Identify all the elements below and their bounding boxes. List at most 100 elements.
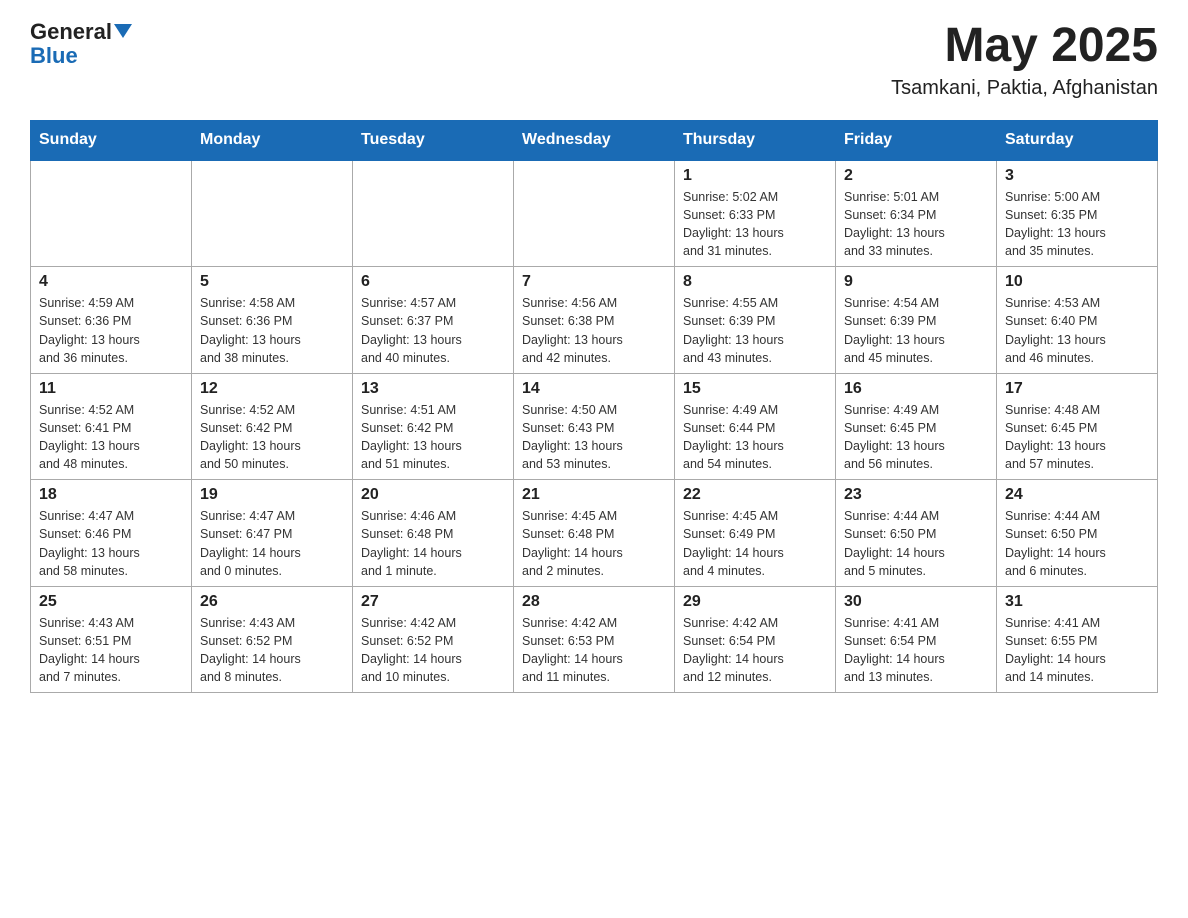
day-info-18: Sunrise: 4:47 AMSunset: 6:46 PMDaylight:… (39, 507, 183, 580)
day-number-21: 21 (522, 486, 666, 504)
day-cell-18: 18 Sunrise: 4:47 AMSunset: 6:46 PMDayligh… (31, 480, 192, 587)
day-cell-14: 14Sunrise: 4:50 AMSunset: 6:43 PMDayligh… (514, 373, 675, 480)
day-info-22: Sunrise: 4:45 AMSunset: 6:49 PMDaylight:… (683, 507, 827, 580)
weekday-header-row: SundayMondayTuesdayWednesdayThursdayFrid… (31, 120, 1158, 160)
day-number-31: 31 (1005, 593, 1149, 611)
day-cell-5: 5Sunrise: 4:58 AMSunset: 6:36 PMDaylight… (192, 267, 353, 374)
logo-blue: Blue (30, 43, 78, 68)
day-number-22: 22 (683, 486, 827, 504)
day-cell-17: 17 Sunrise: 4:48 AMSunset: 6:45 PMDayligh… (997, 373, 1158, 480)
location: Tsamkani, Paktia, Afghanistan (891, 77, 1158, 100)
day-info-3: Sunrise: 5:00 AMSunset: 6:35 PMDaylight:… (1005, 188, 1149, 261)
empty-cell (353, 160, 514, 267)
day-info-16: Sunrise: 4:49 AMSunset: 6:45 PMDaylight:… (844, 401, 988, 474)
day-info-8: Sunrise: 4:55 AMSunset: 6:39 PMDaylight:… (683, 294, 827, 367)
day-number-10: 10 (1005, 273, 1149, 291)
day-info-31: Sunrise: 4:41 AMSunset: 6:55 PMDaylight:… (1005, 614, 1149, 687)
month-year: May 2025 (891, 20, 1158, 73)
day-info-1: Sunrise: 5:02 AMSunset: 6:33 PMDaylight:… (683, 188, 827, 261)
day-info-27: Sunrise: 4:42 AMSunset: 6:52 PMDaylight:… (361, 614, 505, 687)
day-number-4: 4 (39, 273, 183, 291)
day-info-14: Sunrise: 4:50 AMSunset: 6:43 PMDaylight:… (522, 401, 666, 474)
weekday-header-thursday: Thursday (675, 120, 836, 160)
day-info-24: Sunrise: 4:44 AMSunset: 6:50 PMDaylight:… (1005, 507, 1149, 580)
day-info-17: Sunrise: 4:48 AMSunset: 6:45 PMDaylight:… (1005, 401, 1149, 474)
logo-triangle (114, 24, 132, 38)
day-number-26: 26 (200, 593, 344, 611)
day-info-2: Sunrise: 5:01 AMSunset: 6:34 PMDaylight:… (844, 188, 988, 261)
page-header: General Blue May 2025 Tsamkani, Paktia, … (30, 20, 1158, 100)
day-info-6: Sunrise: 4:57 AMSunset: 6:37 PMDaylight:… (361, 294, 505, 367)
logo-general: General (30, 19, 112, 44)
weekday-header-friday: Friday (836, 120, 997, 160)
title-block: May 2025 Tsamkani, Paktia, Afghanistan (891, 20, 1158, 100)
day-info-30: Sunrise: 4:41 AMSunset: 6:54 PMDaylight:… (844, 614, 988, 687)
day-cell-24: 24 Sunrise: 4:44 AMSunset: 6:50 PMDayligh… (997, 480, 1158, 587)
day-number-9: 9 (844, 273, 988, 291)
day-info-13: Sunrise: 4:51 AMSunset: 6:42 PMDaylight:… (361, 401, 505, 474)
day-cell-25: 25 Sunrise: 4:43 AMSunset: 6:51 PMDayligh… (31, 586, 192, 693)
week-row-1: 1Sunrise: 5:02 AMSunset: 6:33 PMDaylight… (31, 160, 1158, 267)
day-info-7: Sunrise: 4:56 AMSunset: 6:38 PMDaylight:… (522, 294, 666, 367)
day-number-25: 25 (39, 593, 183, 611)
day-number-28: 28 (522, 593, 666, 611)
day-number-23: 23 (844, 486, 988, 504)
weekday-header-tuesday: Tuesday (353, 120, 514, 160)
day-cell-2: 2 Sunrise: 5:01 AMSunset: 6:34 PMDaylight… (836, 160, 997, 267)
day-cell-30: 30 Sunrise: 4:41 AMSunset: 6:54 PMDayligh… (836, 586, 997, 693)
day-number-12: 12 (200, 380, 344, 398)
day-info-12: Sunrise: 4:52 AMSunset: 6:42 PMDaylight:… (200, 401, 344, 474)
day-info-19: Sunrise: 4:47 AMSunset: 6:47 PMDaylight:… (200, 507, 344, 580)
empty-cell (514, 160, 675, 267)
day-number-16: 16 (844, 380, 988, 398)
day-info-10: Sunrise: 4:53 AMSunset: 6:40 PMDaylight:… (1005, 294, 1149, 367)
day-cell-22: 22 Sunrise: 4:45 AMSunset: 6:49 PMDayligh… (675, 480, 836, 587)
day-cell-10: 10 Sunrise: 4:53 AMSunset: 6:40 PMDayligh… (997, 267, 1158, 374)
calendar-table: SundayMondayTuesdayWednesdayThursdayFrid… (30, 120, 1158, 694)
day-number-30: 30 (844, 593, 988, 611)
day-number-15: 15 (683, 380, 827, 398)
weekday-header-monday: Monday (192, 120, 353, 160)
day-cell-27: 27 Sunrise: 4:42 AMSunset: 6:52 PMDayligh… (353, 586, 514, 693)
day-cell-1: 1Sunrise: 5:02 AMSunset: 6:33 PMDaylight… (675, 160, 836, 267)
day-info-11: Sunrise: 4:52 AMSunset: 6:41 PMDaylight:… (39, 401, 183, 474)
week-row-2: 4 Sunrise: 4:59 AMSunset: 6:36 PMDaylight… (31, 267, 1158, 374)
weekday-header-saturday: Saturday (997, 120, 1158, 160)
day-cell-3: 3 Sunrise: 5:00 AMSunset: 6:35 PMDaylight… (997, 160, 1158, 267)
day-number-8: 8 (683, 273, 827, 291)
day-cell-28: 28 Sunrise: 4:42 AMSunset: 6:53 PMDayligh… (514, 586, 675, 693)
day-number-17: 17 (1005, 380, 1149, 398)
day-number-24: 24 (1005, 486, 1149, 504)
day-cell-7: 7 Sunrise: 4:56 AMSunset: 6:38 PMDaylight… (514, 267, 675, 374)
day-info-26: Sunrise: 4:43 AMSunset: 6:52 PMDaylight:… (200, 614, 344, 687)
day-number-7: 7 (522, 273, 666, 291)
day-number-3: 3 (1005, 167, 1149, 185)
day-cell-6: 6 Sunrise: 4:57 AMSunset: 6:37 PMDaylight… (353, 267, 514, 374)
day-cell-29: 29 Sunrise: 4:42 AMSunset: 6:54 PMDayligh… (675, 586, 836, 693)
day-number-5: 5 (200, 273, 344, 291)
day-info-28: Sunrise: 4:42 AMSunset: 6:53 PMDaylight:… (522, 614, 666, 687)
day-info-23: Sunrise: 4:44 AMSunset: 6:50 PMDaylight:… (844, 507, 988, 580)
logo: General Blue (30, 20, 132, 68)
day-cell-21: 21Sunrise: 4:45 AMSunset: 6:48 PMDayligh… (514, 480, 675, 587)
day-number-11: 11 (39, 380, 183, 398)
week-row-5: 25 Sunrise: 4:43 AMSunset: 6:51 PMDayligh… (31, 586, 1158, 693)
day-number-6: 6 (361, 273, 505, 291)
day-number-27: 27 (361, 593, 505, 611)
day-cell-31: 31 Sunrise: 4:41 AMSunset: 6:55 PMDayligh… (997, 586, 1158, 693)
week-row-4: 18 Sunrise: 4:47 AMSunset: 6:46 PMDayligh… (31, 480, 1158, 587)
day-cell-20: 20Sunrise: 4:46 AMSunset: 6:48 PMDayligh… (353, 480, 514, 587)
day-cell-4: 4 Sunrise: 4:59 AMSunset: 6:36 PMDaylight… (31, 267, 192, 374)
week-row-3: 11 Sunrise: 4:52 AMSunset: 6:41 PMDayligh… (31, 373, 1158, 480)
day-cell-9: 9Sunrise: 4:54 AMSunset: 6:39 PMDaylight… (836, 267, 997, 374)
day-info-29: Sunrise: 4:42 AMSunset: 6:54 PMDaylight:… (683, 614, 827, 687)
day-info-4: Sunrise: 4:59 AMSunset: 6:36 PMDaylight:… (39, 294, 183, 367)
day-cell-23: 23 Sunrise: 4:44 AMSunset: 6:50 PMDayligh… (836, 480, 997, 587)
day-info-25: Sunrise: 4:43 AMSunset: 6:51 PMDaylight:… (39, 614, 183, 687)
day-number-29: 29 (683, 593, 827, 611)
day-cell-8: 8 Sunrise: 4:55 AMSunset: 6:39 PMDaylight… (675, 267, 836, 374)
day-cell-13: 13Sunrise: 4:51 AMSunset: 6:42 PMDayligh… (353, 373, 514, 480)
day-number-2: 2 (844, 167, 988, 185)
day-number-18: 18 (39, 486, 183, 504)
day-cell-15: 15Sunrise: 4:49 AMSunset: 6:44 PMDayligh… (675, 373, 836, 480)
